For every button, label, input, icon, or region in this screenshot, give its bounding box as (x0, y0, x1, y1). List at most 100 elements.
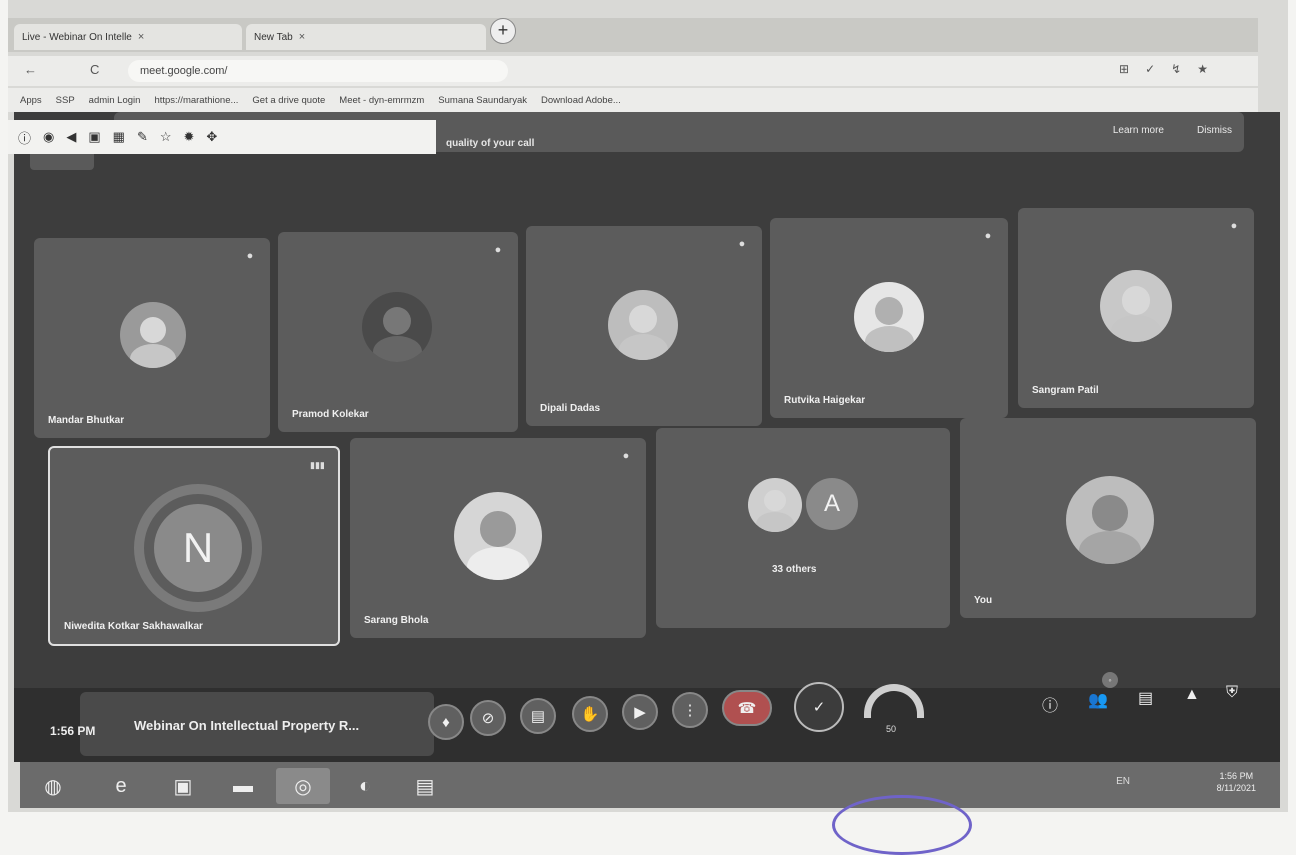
tab-webinar[interactable]: Live - Webinar On Intelle × (14, 24, 242, 50)
eye-icon[interactable]: ◉ (43, 129, 54, 145)
browser-tab-bar: Live - Webinar On Intelle × New Tab × (8, 18, 1258, 52)
hand-icon: ✋ (580, 706, 600, 723)
lock-icon[interactable]: ▣ (88, 129, 100, 145)
camera-button[interactable]: ⊘ (470, 700, 506, 736)
taskbar-clock[interactable]: 1:56 PM 8/11/2021 (1217, 770, 1256, 794)
gear-icon[interactable]: ✹ (184, 129, 195, 145)
captions-button[interactable]: ▤ (520, 698, 556, 734)
participant-tile[interactable]: ● Pramod Kolekar (278, 232, 518, 432)
taskbar-word[interactable]: ▤ (398, 768, 452, 804)
host-controls-icon[interactable]: ⛨ (1226, 684, 1238, 702)
activities-icon[interactable]: ▲ (1184, 686, 1200, 704)
gauge-value: 50 (886, 724, 897, 734)
pen-icon[interactable]: ✎ (137, 129, 148, 145)
present-icon: ▶ (634, 704, 646, 721)
meet-controls-bar: 1:56 PM Webinar On Intellectual Property… (14, 672, 1280, 762)
avatar-initial: A (806, 478, 858, 530)
meeting-title[interactable]: Webinar On Intellectual Property R... (134, 718, 359, 733)
star-icon[interactable]: ☆ (160, 129, 172, 145)
taskbar-explorer[interactable]: ▬ (216, 768, 270, 804)
bookmark-item[interactable]: Apps (20, 95, 42, 106)
participant-tile[interactable]: ● Dipali Dadas (526, 226, 762, 426)
meet-stage: quality of your call Learn more Dismiss … (14, 112, 1280, 762)
participant-tile[interactable]: ● Sarang Bhola (350, 438, 646, 638)
bookmark-item[interactable]: https://marathione... (154, 95, 238, 106)
bookmark-item[interactable]: Get a drive quote (252, 95, 325, 106)
participant-tile[interactable]: ● Rutvika Haigekar (770, 218, 1008, 418)
ie-icon: e (115, 774, 127, 797)
star-icon[interactable]: ★ (1197, 62, 1208, 76)
mic-off-icon: ● (622, 450, 630, 462)
close-icon[interactable]: × (299, 31, 305, 43)
mic-off-icon: ● (494, 244, 502, 256)
check-icon[interactable]: ✓ (1145, 62, 1155, 76)
camera-off-icon: ⊘ (481, 710, 495, 727)
more-options-button[interactable]: ⋮ (672, 692, 708, 728)
end-call-button[interactable]: ☎ (722, 690, 772, 726)
url-bar[interactable]: meet.google.com/ (128, 60, 508, 82)
bookmark-item[interactable]: SSP (56, 95, 75, 106)
mic-button[interactable]: ♦ (428, 704, 464, 740)
extension-icon[interactable]: ↯ (1171, 62, 1181, 76)
participant-tile-speaking[interactable]: ▮▮▮ N Niwedita Kotkar Sakhawalkar (48, 446, 340, 646)
move-icon[interactable]: ✥ (206, 129, 217, 145)
current-time: 1:56 PM (50, 724, 96, 738)
avatar (1066, 476, 1154, 564)
bookmark-item[interactable]: admin Login (89, 95, 141, 106)
tab-new-tab[interactable]: New Tab × (246, 24, 486, 50)
taskbar-app[interactable]: ◐ (338, 768, 392, 804)
back-arrow-icon[interactable]: ← (24, 62, 37, 77)
system-tray[interactable]: EN (1116, 776, 1130, 787)
participant-name: Dipali Dadas (540, 403, 601, 414)
dismiss-button[interactable]: Dismiss (1197, 125, 1232, 136)
captions-icon: ▤ (530, 708, 546, 725)
floating-toolbar: ⓘ ◉ ◀ ▣ ▦ ✎ ☆ ✹ ✥ (8, 120, 436, 154)
taskbar-chrome[interactable]: ◎ (276, 768, 330, 804)
participant-tile[interactable]: ● Mandar Bhutkar (34, 238, 270, 438)
avatar (608, 290, 678, 360)
folder-icon: ▬ (233, 774, 253, 797)
app-icon: ◐ (358, 774, 372, 797)
learn-more-link[interactable]: Learn more (1113, 125, 1164, 136)
bookmark-item[interactable]: Meet - dyn-emrmzm (339, 95, 424, 106)
tab-label: New Tab (254, 31, 293, 43)
participant-name: Pramod Kolekar (292, 409, 369, 420)
phone-hangup-icon: ☎ (737, 700, 757, 717)
mic-off-icon: ● (738, 238, 746, 250)
bookmark-item[interactable]: Download Adobe... (541, 95, 621, 106)
self-tile[interactable]: You (960, 418, 1256, 618)
people-icon[interactable]: 👥 (1088, 690, 1108, 710)
present-button[interactable]: ▶ (622, 694, 658, 730)
mic-off-icon: ● (1230, 220, 1238, 232)
bookmark-item[interactable]: Sumana Saundaryak (438, 95, 527, 106)
bookmarks-bar: Apps SSP admin Login https://marathione.… (8, 88, 1258, 112)
check-button[interactable]: ✓ (794, 682, 844, 732)
reload-icon[interactable]: C (90, 62, 99, 77)
participant-tile[interactable]: ● Sangram Patil (1018, 208, 1254, 408)
others-tile[interactable]: A 33 others (656, 428, 950, 628)
speaker-icon[interactable]: ◀ (66, 129, 76, 145)
close-icon[interactable]: × (138, 31, 144, 43)
participant-name: Sarang Bhola (364, 615, 429, 626)
avatar (454, 492, 542, 580)
participant-name: Rutvika Haigekar (784, 395, 866, 406)
connection-gauge (864, 684, 924, 718)
grid-icon[interactable]: ⊞ (1119, 62, 1129, 76)
chat-icon[interactable]: ▤ (1138, 688, 1153, 708)
grid-icon[interactable]: ▦ (113, 129, 125, 145)
seal-stamp (832, 795, 972, 855)
start-button[interactable]: ◍ (26, 768, 80, 804)
mic-off-icon: ● (984, 230, 992, 242)
taskbar-ie[interactable]: e (94, 768, 148, 804)
taskbar-media[interactable]: ▣ (156, 768, 210, 804)
new-tab-button[interactable]: + (490, 18, 516, 44)
audio-level-icon: ▮▮▮ (310, 460, 325, 470)
others-count: 33 others (772, 564, 817, 575)
extension-icons: ⊞ ✓ ↯ ★ (1119, 62, 1208, 76)
chrome-icon: ◎ (294, 775, 312, 798)
check-icon: ✓ (812, 699, 826, 716)
raise-hand-button[interactable]: ✋ (572, 696, 608, 732)
info-icon[interactable]: ⓘ (18, 128, 31, 147)
info-icon[interactable]: ⓘ (1042, 692, 1058, 716)
address-row: ← C meet.google.com/ ⊞ ✓ ↯ ★ (8, 56, 1258, 86)
